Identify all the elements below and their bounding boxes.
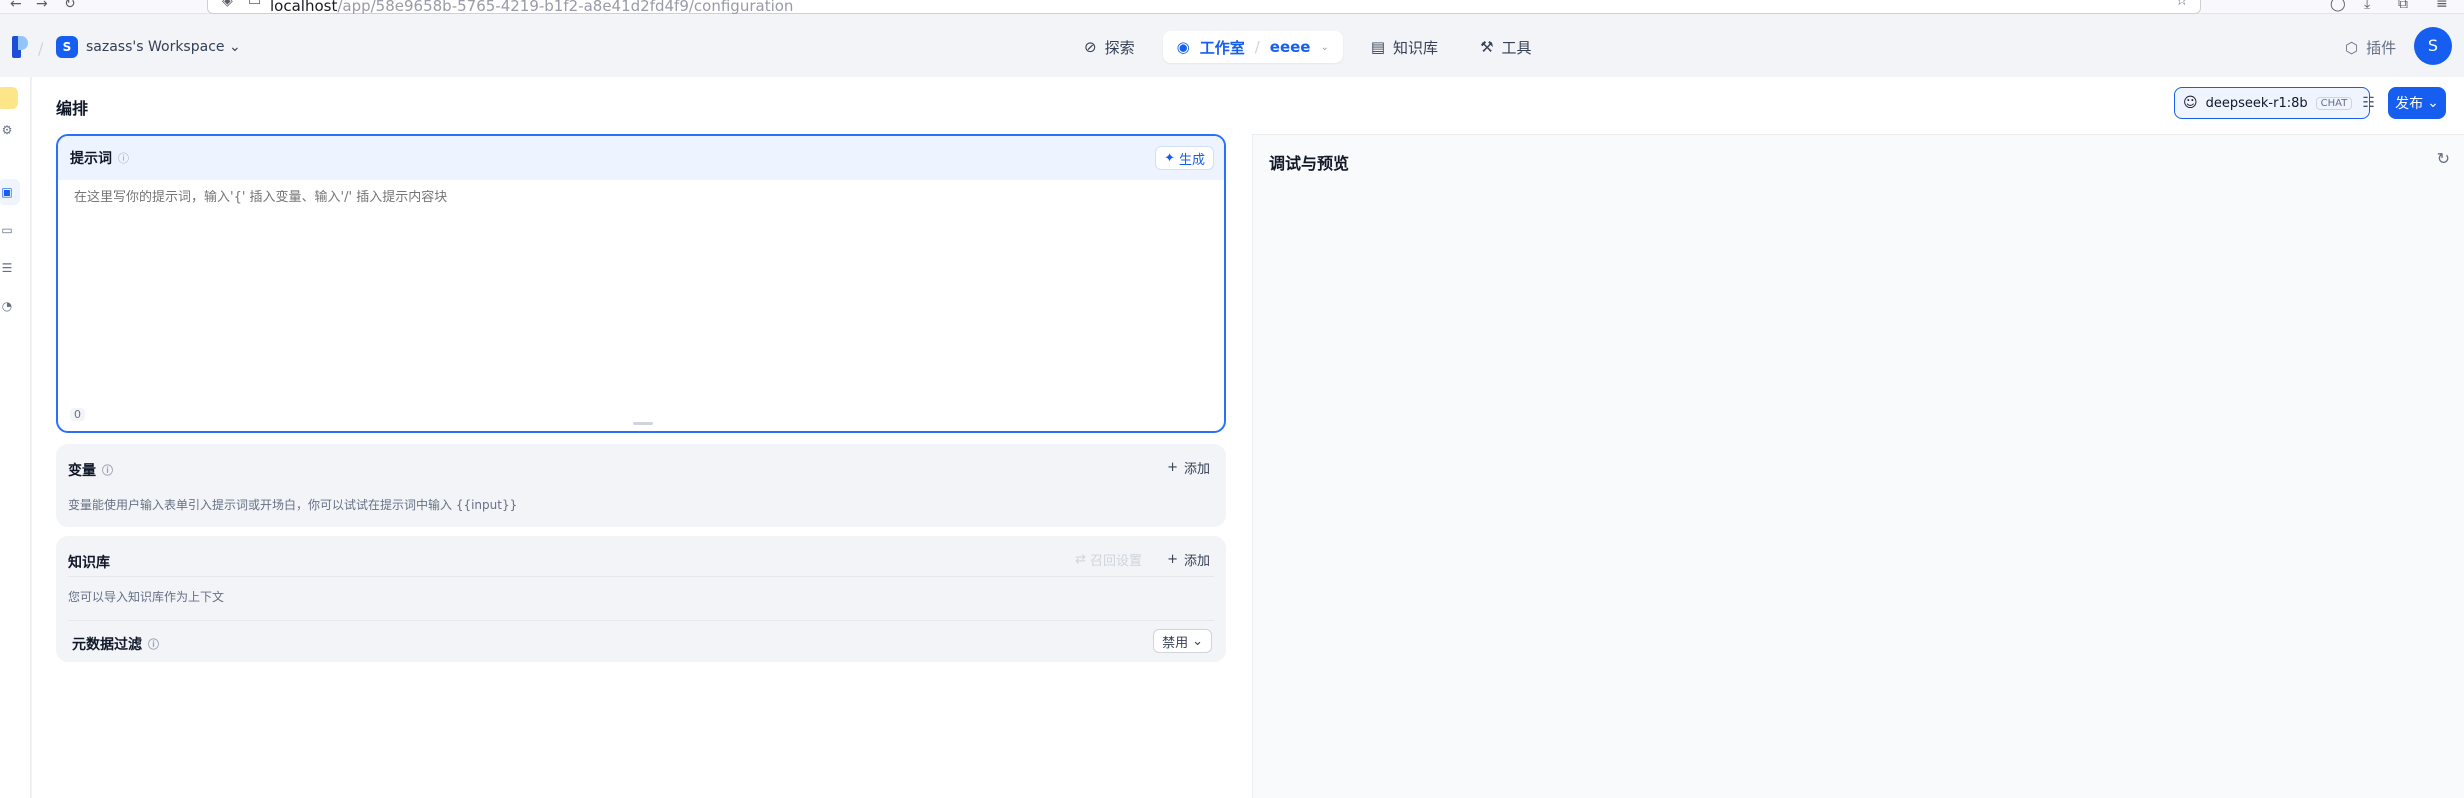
breadcrumb-separator: / (38, 39, 44, 58)
nav-separator: / (1254, 38, 1260, 56)
address-bar[interactable]: ◈ ▭ localhost/app/58e9658b-5765-4219-b1f… (207, 0, 2201, 15)
dify-logo[interactable] (12, 36, 28, 58)
monitor-icon[interactable]: ◔ (0, 299, 14, 313)
chevron-down-icon: ⌄ (2427, 95, 2439, 111)
browser-toolbar: ← → ↻ ◈ ▭ localhost/app/58e9658b-5765-42… (0, 0, 2464, 15)
metadata-filter-select[interactable]: 禁用 ⌄ (1153, 629, 1212, 653)
extensions-icon[interactable]: ⧉ (2398, 0, 2408, 12)
url-text: localhost/app/58e9658b-5765-4219-b1f2-a8… (270, 0, 794, 15)
swap-icon: ⇄ (1075, 552, 1086, 567)
nav-knowledge[interactable]: ▤ 知识库 (1357, 31, 1452, 63)
top-navigation: / S sazass's Workspace ⌄ ⊘ 探索 ◉ 工作室 / ee… (0, 15, 2464, 77)
nav-plugins[interactable]: ⬡ 插件 (2345, 37, 2396, 58)
prompt-editor-header: 提示词 ⓘ ✦ 生成 (58, 136, 1224, 180)
nav-studio[interactable]: ◉ 工作室 / eeee ⌄ (1162, 31, 1343, 63)
sparkle-icon: ✦ (1164, 150, 1175, 166)
hammer-icon: ⚒ (1480, 38, 1494, 56)
nav-explore[interactable]: ⊘ 探索 (1070, 31, 1149, 63)
main-nav: ⊘ 探索 ◉ 工作室 / eeee ⌄ ▤ 知识库 ⚒ 工具 (1070, 31, 1546, 63)
app-sidebar: ⚙ ▣ ▭ ☰ ◔ (0, 77, 31, 798)
main-content: 编排 ☺ deepseek-r1:8b CHAT ☷ 发布 ⌄ 提示词 ⓘ ✦ … (32, 77, 2464, 798)
help-circle-icon[interactable]: ⓘ (118, 150, 129, 166)
metadata-filter-title: 元数据过滤 ⓘ (72, 636, 159, 653)
resize-handle[interactable] (633, 422, 653, 425)
prompt-title: 提示词 (70, 151, 112, 167)
back-arrow-icon[interactable]: ← (10, 0, 22, 12)
recall-settings-button[interactable]: ⇄ 召回设置 (1075, 550, 1142, 569)
chevron-down-icon: ⌄ (1192, 633, 1203, 649)
reload-icon[interactable]: ↻ (64, 0, 76, 12)
settings-sliders-icon: ☷ (2362, 95, 2375, 111)
download-icon[interactable]: ⤓ (2364, 0, 2370, 12)
plus-icon: + (1167, 552, 1178, 567)
user-avatar[interactable]: S (2414, 27, 2452, 65)
menu-icon[interactable]: ≡ (2436, 0, 2448, 12)
publish-button[interactable]: 发布 ⌄ (2388, 87, 2446, 119)
logs-icon[interactable]: ☰ (0, 261, 14, 275)
divider (68, 620, 1214, 621)
add-knowledge-button[interactable]: + 添加 (1167, 550, 1210, 569)
workspace-switcher[interactable]: sazass's Workspace ⌄ (86, 39, 241, 55)
divider (68, 576, 1214, 577)
book-icon: ▤ (1370, 38, 1386, 56)
account-icon[interactable]: ◯ (2330, 0, 2346, 12)
generate-button[interactable]: ✦ 生成 (1155, 146, 1214, 170)
layout-icon: ▣ (1, 185, 13, 199)
knowledge-title: 知识库 (68, 555, 110, 571)
compass-icon: ⊘ (1084, 38, 1097, 56)
app-selector[interactable]: eeee (1270, 38, 1311, 56)
help-circle-icon[interactable]: ⓘ (148, 636, 159, 652)
help-circle-icon[interactable]: ⓘ (102, 462, 113, 478)
workspace-avatar[interactable]: S (56, 36, 78, 58)
shield-icon: ◈ (222, 0, 233, 9)
sliders-icon[interactable]: ⚙ (0, 123, 14, 137)
terminal-icon[interactable]: ▭ (0, 223, 14, 237)
bookmark-star-icon[interactable]: ☆ (2175, 0, 2188, 9)
cube-icon: ⬡ (2345, 38, 2359, 57)
variables-description: 变量能使用户输入表单引入提示词或开场白，你可以试试在提示词中输入 {{input… (68, 498, 518, 512)
debug-preview-title: 调试与预览 (1269, 154, 1350, 173)
debug-preview-panel: 调试与预览 ↻ (1252, 134, 2464, 798)
model-mode-badge: CHAT (2315, 96, 2353, 110)
chevron-down-icon: ⌄ (228, 39, 241, 55)
app-icon[interactable] (0, 87, 18, 109)
knowledge-panel: 知识库 ⇄ 召回设置 + 添加 您可以导入知识库作为上下文 元数据过滤 ⓘ 禁用… (56, 536, 1226, 662)
variables-panel: 变量 ⓘ + 添加 变量能使用户输入表单引入提示词或开场白，你可以试试在提示词中… (56, 444, 1226, 527)
character-count: 0 (70, 408, 85, 421)
prompt-input[interactable] (74, 190, 1194, 205)
page-title: 编排 (56, 99, 89, 118)
nav-tools[interactable]: ⚒ 工具 (1466, 31, 1545, 63)
robot-icon: ◉ (1176, 38, 1190, 56)
prompt-editor-card: 提示词 ⓘ ✦ 生成 0 (56, 134, 1226, 433)
plus-icon: + (1167, 460, 1178, 475)
model-selector-button[interactable]: ☺ deepseek-r1:8b CHAT ☷ (2174, 87, 2375, 119)
forward-arrow-icon[interactable]: → (36, 0, 48, 12)
knowledge-description: 您可以导入知识库作为上下文 (68, 590, 225, 604)
page-info-icon[interactable]: ▭ (248, 0, 261, 9)
variables-title: 变量 ⓘ (68, 462, 113, 479)
ollama-icon: ☺ (2183, 95, 2198, 111)
refresh-icon[interactable]: ↻ (2437, 149, 2450, 168)
add-variable-button[interactable]: + 添加 (1167, 458, 1210, 477)
chevron-down-icon[interactable]: ⌄ (1320, 42, 1328, 53)
